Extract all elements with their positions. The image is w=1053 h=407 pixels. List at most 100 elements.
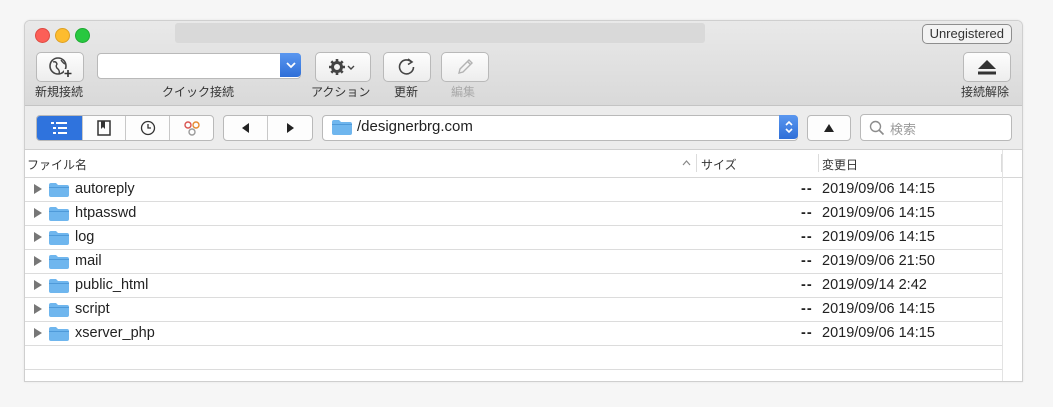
unregistered-badge[interactable]: Unregistered: [921, 24, 1012, 44]
action-button[interactable]: [315, 52, 371, 82]
disclosure-triangle-icon[interactable]: [34, 280, 42, 290]
clock-icon: [140, 120, 156, 136]
eject-icon: [978, 60, 996, 75]
edit-button[interactable]: [441, 52, 489, 82]
file-name: public_html: [75, 277, 149, 293]
refresh-label: 更新: [394, 85, 419, 99]
disclosure-triangle-icon[interactable]: [34, 256, 42, 266]
search-placeholder: 検索: [890, 123, 917, 138]
back-button[interactable]: [224, 116, 268, 140]
file-modified: 2019/09/06 14:15: [822, 301, 935, 317]
table-row[interactable]: xserver_php -- 2019/09/06 14:15: [25, 322, 1002, 346]
refresh-icon: [398, 58, 415, 75]
file-modified: 2019/09/06 14:15: [822, 229, 935, 245]
refresh-button[interactable]: [383, 52, 431, 82]
file-size: --: [801, 301, 813, 317]
back-arrow-icon: [241, 123, 249, 133]
column-separator[interactable]: [818, 154, 819, 172]
folder-icon: [332, 120, 352, 135]
disconnect-button[interactable]: [963, 52, 1011, 82]
column-header-name[interactable]: ファイル名: [27, 156, 87, 173]
disclosure-triangle-icon[interactable]: [34, 328, 42, 338]
globe-add-icon: [49, 57, 72, 77]
disclosure-triangle-icon[interactable]: [34, 232, 42, 242]
forward-arrow-icon: [287, 123, 294, 133]
pencil-icon: [458, 59, 473, 74]
file-list: autoreply -- 2019/09/06 14:15 htpasswd -- 201…: [25, 178, 1002, 381]
close-window-button[interactable]: [35, 28, 50, 43]
folder-icon: [49, 183, 69, 197]
app-window: Unregistered 新規接続 クイック接続 アクション 更新 編集 接続解…: [24, 20, 1023, 382]
empty-row: [25, 346, 1002, 370]
file-modified: 2019/09/06 14:15: [822, 325, 935, 341]
file-modified: 2019/09/06 14:15: [822, 205, 935, 221]
column-divider: [1002, 150, 1003, 381]
search-icon: [869, 120, 885, 136]
new-connection-button[interactable]: [36, 52, 84, 82]
search-field[interactable]: 検索: [860, 114, 1012, 141]
history-navigation[interactable]: [223, 115, 313, 141]
file-name: script: [75, 301, 110, 317]
folder-icon: [49, 255, 69, 269]
file-size: --: [801, 325, 813, 341]
file-name: log: [75, 229, 95, 245]
folder-icon: [49, 303, 69, 317]
current-path: /designerbrg.com: [357, 118, 473, 135]
disconnect-label: 接続解除: [961, 85, 1010, 99]
minimize-window-button[interactable]: [55, 28, 70, 43]
column-header-size[interactable]: サイズ: [701, 156, 737, 173]
window-title-area: [175, 23, 705, 43]
quick-connect-dropdown-button[interactable]: [280, 53, 301, 77]
quick-connect-combo[interactable]: [97, 53, 301, 79]
view-mode-segmented-control[interactable]: [36, 115, 214, 141]
tab-bookmarks[interactable]: [83, 116, 127, 140]
column-header-modified[interactable]: 変更日: [822, 156, 858, 173]
bookmark-book-icon: [97, 120, 111, 136]
file-name: mail: [75, 253, 102, 269]
file-size: --: [801, 253, 813, 269]
path-dropdown-button[interactable]: [779, 115, 798, 139]
file-name: htpasswd: [75, 205, 137, 221]
sort-ascending-icon: [682, 160, 691, 166]
empty-row: [25, 370, 1002, 381]
file-name: xserver_php: [75, 325, 155, 341]
folder-icon: [49, 207, 69, 221]
parent-folder-button[interactable]: [807, 115, 851, 141]
table-row[interactable]: script -- 2019/09/06 14:15: [25, 298, 1002, 322]
zoom-window-button[interactable]: [75, 28, 90, 43]
tab-bonjour[interactable]: [170, 116, 213, 140]
quick-connect-label: クイック接続: [162, 85, 235, 99]
path-select[interactable]: /designerbrg.com: [322, 115, 798, 141]
gear-icon: [329, 59, 355, 75]
table-row[interactable]: mail -- 2019/09/06 21:50: [25, 250, 1002, 274]
chevron-up-down-icon: [784, 120, 793, 134]
toolbar: Unregistered 新規接続 クイック接続 アクション 更新 編集 接続解…: [25, 21, 1022, 106]
edit-label: 編集: [451, 85, 476, 99]
table-row[interactable]: autoreply -- 2019/09/06 14:15: [25, 178, 1002, 202]
disclosure-triangle-icon[interactable]: [34, 184, 42, 194]
folder-icon: [49, 279, 69, 293]
file-list-header: ファイル名 サイズ 変更日: [25, 150, 1022, 178]
file-size: --: [801, 181, 813, 197]
table-row[interactable]: public_html -- 2019/09/14 2:42: [25, 274, 1002, 298]
tab-browser[interactable]: [37, 116, 83, 140]
outline-view-icon: [51, 122, 68, 134]
file-modified: 2019/09/06 21:50: [822, 253, 935, 269]
tab-history[interactable]: [126, 116, 171, 140]
file-modified: 2019/09/14 2:42: [822, 277, 927, 293]
column-separator[interactable]: [696, 154, 697, 172]
table-row[interactable]: htpasswd -- 2019/09/06 14:15: [25, 202, 1002, 226]
file-size: --: [801, 229, 813, 245]
file-name: autoreply: [75, 181, 135, 197]
forward-button[interactable]: [268, 116, 312, 140]
file-size: --: [801, 205, 813, 221]
action-label: アクション: [311, 85, 371, 99]
disclosure-triangle-icon[interactable]: [34, 304, 42, 314]
file-modified: 2019/09/06 14:15: [822, 181, 935, 197]
up-arrow-icon: [824, 124, 834, 132]
folder-icon: [49, 327, 69, 341]
file-size: --: [801, 277, 813, 293]
disclosure-triangle-icon[interactable]: [34, 208, 42, 218]
network-nodes-icon: [183, 121, 200, 136]
table-row[interactable]: log -- 2019/09/06 14:15: [25, 226, 1002, 250]
